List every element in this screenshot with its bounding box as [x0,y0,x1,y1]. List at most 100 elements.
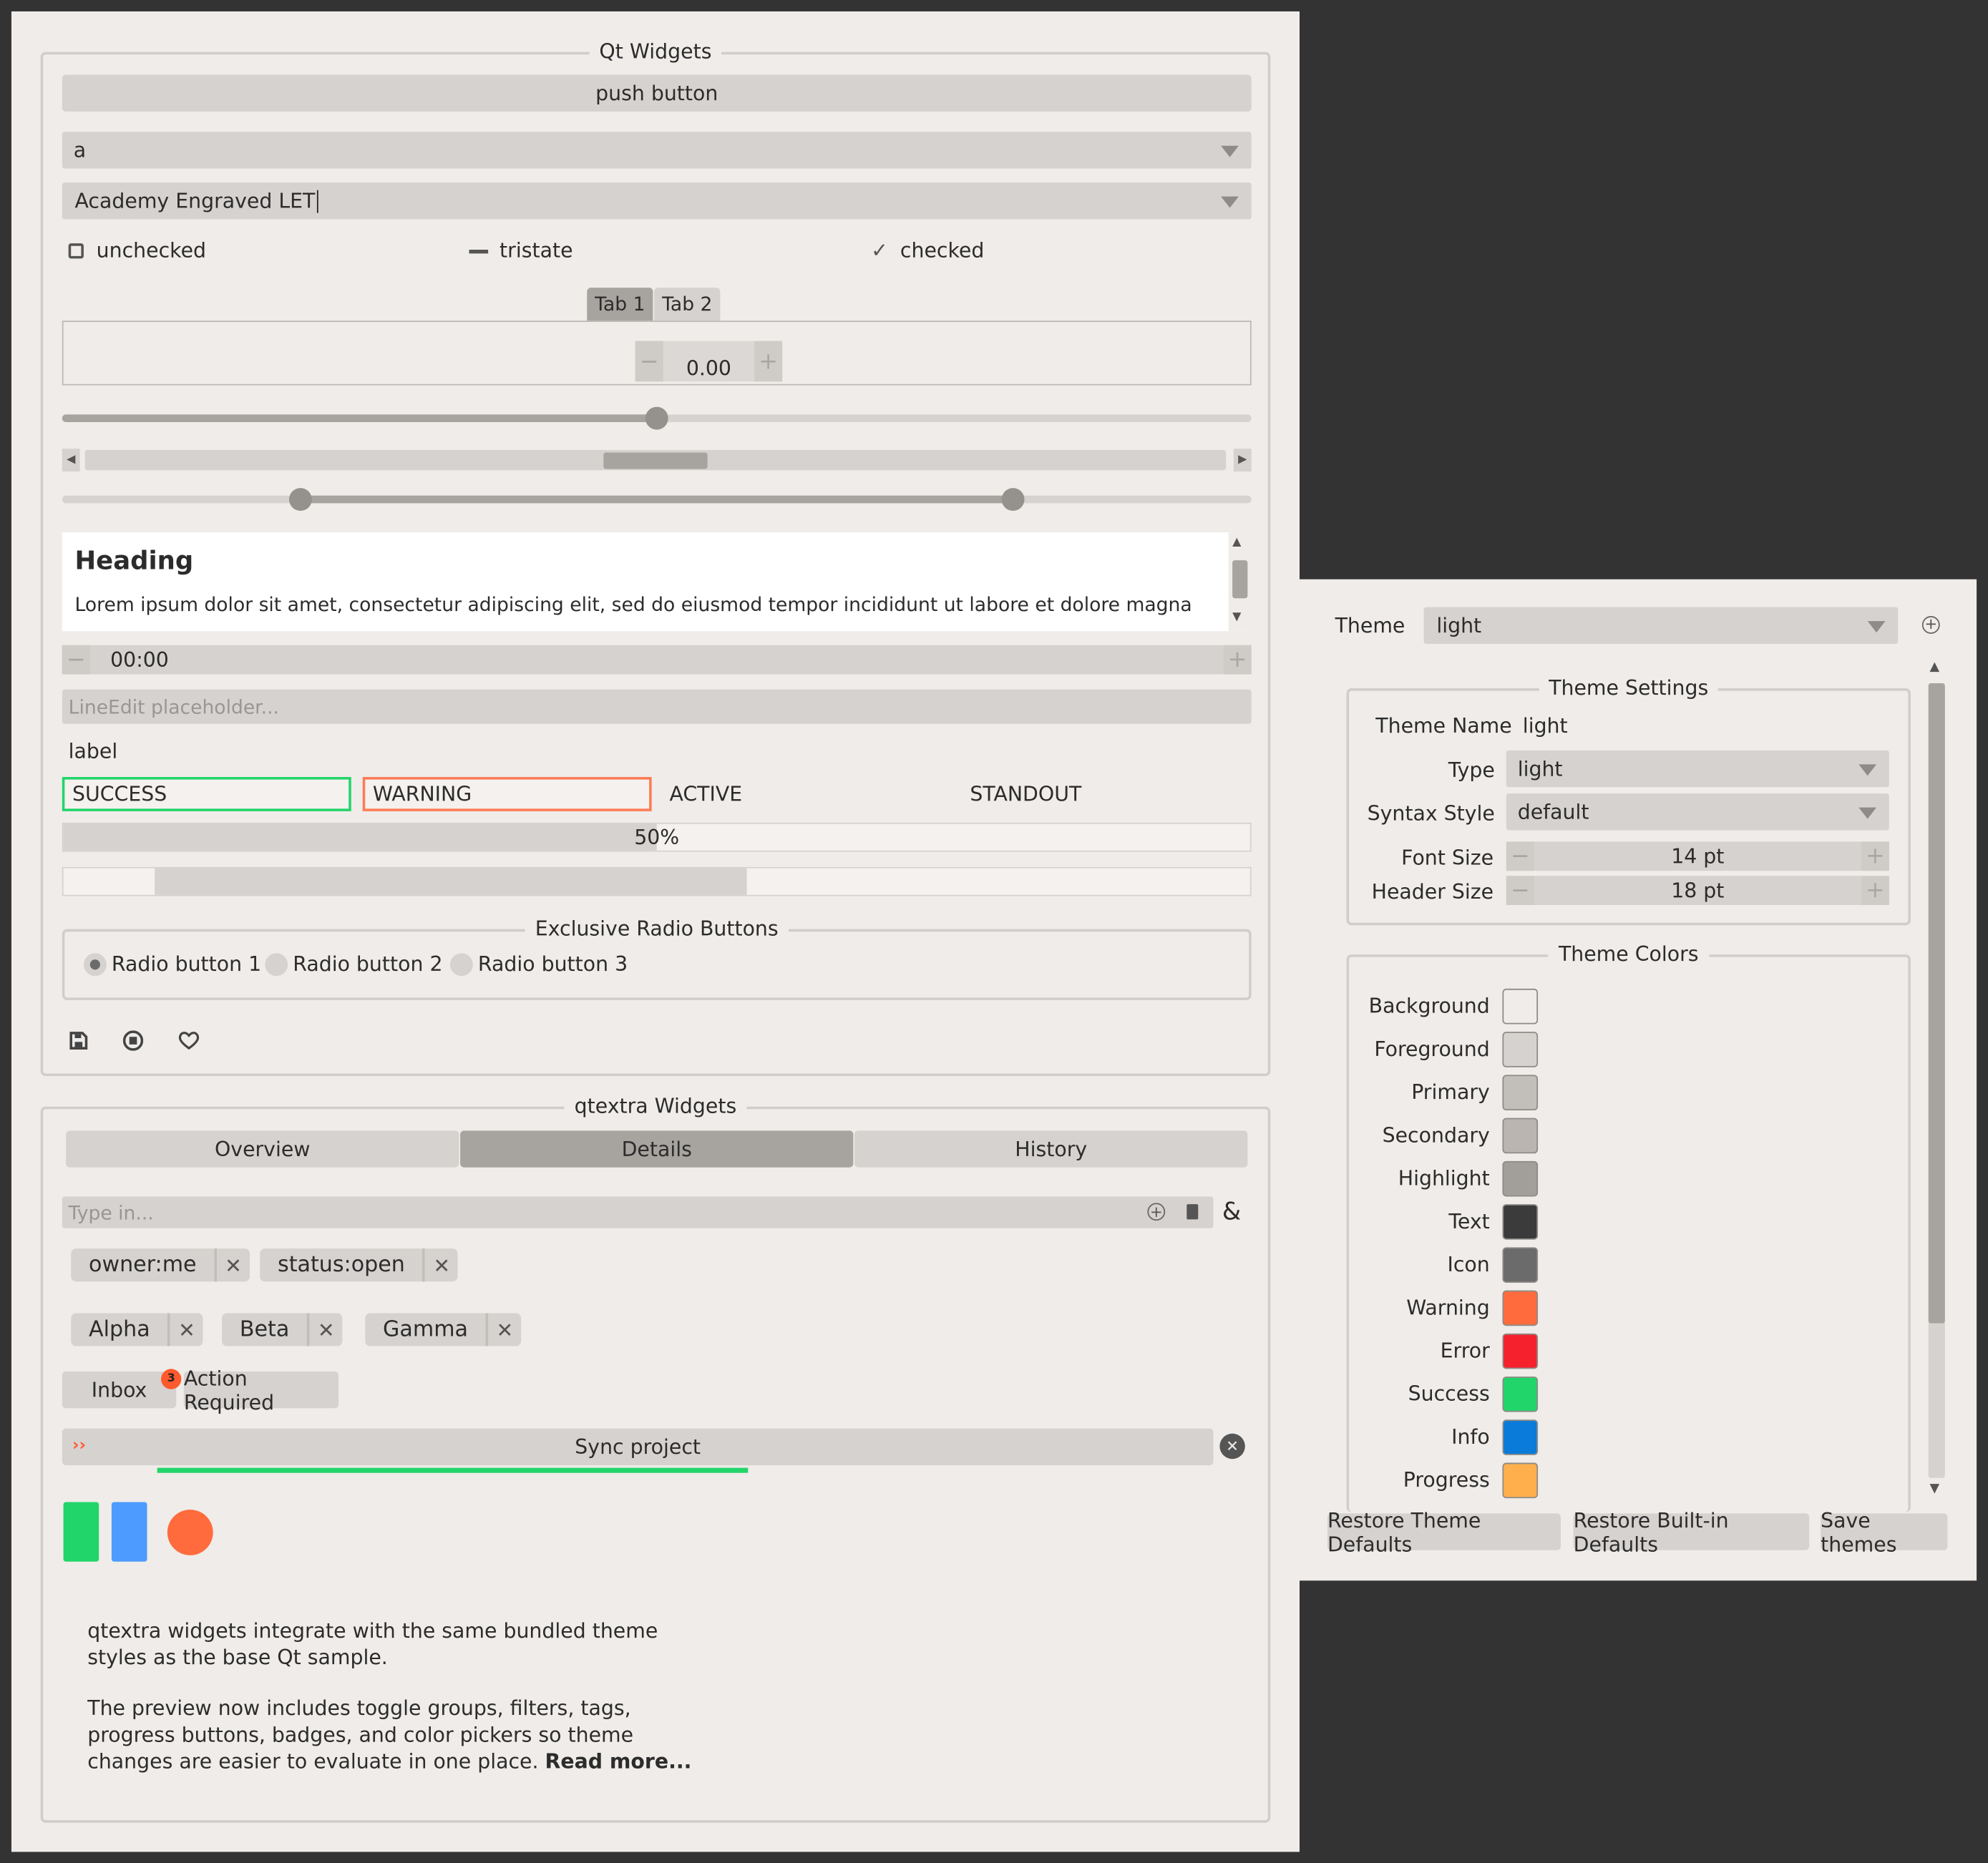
remove-filter-close-icon[interactable]: ✕ [217,1253,250,1277]
color-swatch-error[interactable] [1502,1333,1539,1369]
font-size-decrement[interactable]: − [1506,841,1534,871]
sync-close-icon[interactable]: ✕ [1219,1433,1245,1459]
spin-increment-button[interactable]: + [754,341,783,382]
color-swatch-text[interactable] [1502,1204,1539,1240]
text-scrollbar[interactable]: ▲ ▼ [1228,532,1252,632]
header-size-spinbox[interactable]: − 18 pt + [1506,876,1889,905]
scroll-down-arrow-icon[interactable]: ▼ [1930,1482,1940,1495]
horizontal-scrollbar[interactable]: ◀ ▶ [62,449,1252,472]
color-swatch-secondary[interactable] [1502,1118,1539,1154]
color-swatch-background[interactable] [1502,988,1539,1025]
slider-handle[interactable] [645,406,668,430]
restore-builtin-defaults-button[interactable]: Restore Built-in Defaults [1573,1507,1810,1556]
color-swatch-foreground[interactable] [1502,1032,1539,1067]
save-icon[interactable] [69,1030,89,1050]
checkmark-icon: ✓ [871,238,888,263]
horizontal-slider[interactable] [62,406,1252,431]
time-increment-button[interactable]: + [1223,645,1252,675]
color-swatch-warning[interactable] [1502,1290,1539,1326]
radio-button-2[interactable]: Radio button 2 [265,951,442,979]
range-slider[interactable] [62,486,1252,512]
read-more-link[interactable]: Read more... [545,1749,692,1774]
font-size-increment[interactable]: + [1861,841,1889,871]
line-edit[interactable]: LineEdit placeholder... [62,689,1252,724]
tab-2[interactable]: Tab 2 [654,288,721,321]
filter-chip-label: owner:me [71,1248,217,1282]
scroll-down-arrow-icon[interactable]: ▼ [1232,611,1241,624]
color-label-info: Info [1451,1424,1490,1449]
header-size-increment[interactable]: + [1861,876,1889,905]
theme-combo[interactable]: light [1423,607,1899,645]
qt-widgets-group: Qt Widgets push button a Academy Engrave… [40,39,1271,1077]
color-swatch-success[interactable] [1502,1377,1539,1412]
time-edit[interactable]: − 00:00 + [62,645,1252,675]
add-circle-icon[interactable]: + [1147,1203,1166,1221]
scroll-up-arrow-icon[interactable]: ▲ [1930,660,1940,674]
color-swatch-progress[interactable] [1502,1462,1539,1499]
radio-empty-icon [449,953,473,977]
scroll-left-arrow-icon[interactable]: ◀ [62,449,80,472]
push-button[interactable]: push button [62,74,1252,112]
font-combo-box[interactable]: Academy Engraved LET [62,182,1252,220]
scrollbar-handle[interactable] [603,452,708,469]
checkbox-checked[interactable]: ✓ checked [869,237,1123,268]
text-browser[interactable]: Heading Lorem ipsum dolor sit amet, cons… [62,532,1252,632]
color-picker-warning[interactable] [167,1510,213,1555]
font-size-spinbox[interactable]: − 14 pt + [1506,841,1889,871]
save-themes-button[interactable]: Save themes [1821,1507,1948,1556]
double-spinbox[interactable]: − 0.00 + [635,341,783,382]
remove-tag-close-icon[interactable]: ✕ [310,1318,343,1342]
add-theme-icon[interactable]: + [1921,616,1940,634]
checkbox-tristate[interactable]: tristate [469,237,723,268]
inbox-button[interactable]: Inbox 3 [62,1369,182,1409]
toggle-details[interactable]: Details [460,1130,854,1168]
toggle-overview[interactable]: Overview [66,1130,459,1168]
tag-label: Gamma [365,1313,489,1346]
radio-checked-icon [83,953,107,977]
color-swatch-highlight[interactable] [1502,1160,1539,1197]
plain-label: label [68,738,118,763]
color-picker-success[interactable] [63,1502,99,1562]
theme-scroll-handle[interactable] [1928,683,1945,1324]
scroll-up-arrow-icon[interactable]: ▲ [1232,536,1241,549]
text-scroll-handle[interactable] [1232,560,1248,599]
tab-1[interactable]: Tab 1 [587,288,653,321]
theme-vertical-scrollbar[interactable]: ▲ ▼ [1927,660,1947,1500]
heart-icon[interactable] [177,1030,200,1050]
checkbox-unchecked[interactable]: unchecked [68,237,322,268]
success-label: SUCCESS [62,777,351,811]
action-required-button[interactable]: Action Required [183,1366,339,1414]
color-swatch-primary[interactable] [1502,1075,1539,1111]
range-high-handle[interactable] [1002,488,1025,511]
remove-tag-close-icon[interactable]: ✕ [170,1318,203,1342]
remove-filter-close-icon[interactable]: ✕ [425,1253,458,1277]
scroll-right-arrow-icon[interactable]: ▶ [1233,449,1252,472]
type-combo-value: light [1517,756,1563,781]
restore-theme-defaults-button[interactable]: Restore Theme Defaults [1327,1507,1561,1556]
time-decrement-button[interactable]: − [62,645,90,675]
header-size-decrement[interactable]: − [1506,876,1534,905]
type-combo[interactable]: light [1506,750,1889,788]
syntax-style-combo[interactable]: default [1506,793,1889,831]
color-swatch-info[interactable] [1502,1419,1539,1455]
clipboard-icon[interactable] [1187,1204,1199,1220]
stop-icon[interactable] [122,1030,144,1051]
spin-decrement-button[interactable]: − [635,341,663,382]
radio-button-1[interactable]: Radio button 1 [83,951,261,979]
filter-mode-and[interactable]: & [1222,1199,1241,1224]
color-label-progress: Progress [1403,1467,1490,1492]
toggle-history[interactable]: History [854,1130,1248,1168]
text-heading: Heading [74,544,194,576]
progress-bar: 50% [62,822,1252,852]
sync-project-label: Sync project [575,1434,701,1459]
remove-tag-close-icon[interactable]: ✕ [488,1318,521,1342]
range-low-handle[interactable] [288,488,312,511]
color-picker-info[interactable] [111,1502,147,1562]
combo-box[interactable]: a [62,132,1252,169]
tag-beta: Beta ✕ [222,1313,343,1346]
theme-colors-group: Theme Colors Background Foreground Primary… [1346,942,1911,1512]
radio-button-3[interactable]: Radio button 3 [449,951,628,979]
color-swatch-icon[interactable] [1502,1247,1539,1283]
filter-input[interactable]: Type in... + [62,1196,1214,1228]
sync-project-button[interactable]: Sync project ›› [62,1428,1214,1466]
